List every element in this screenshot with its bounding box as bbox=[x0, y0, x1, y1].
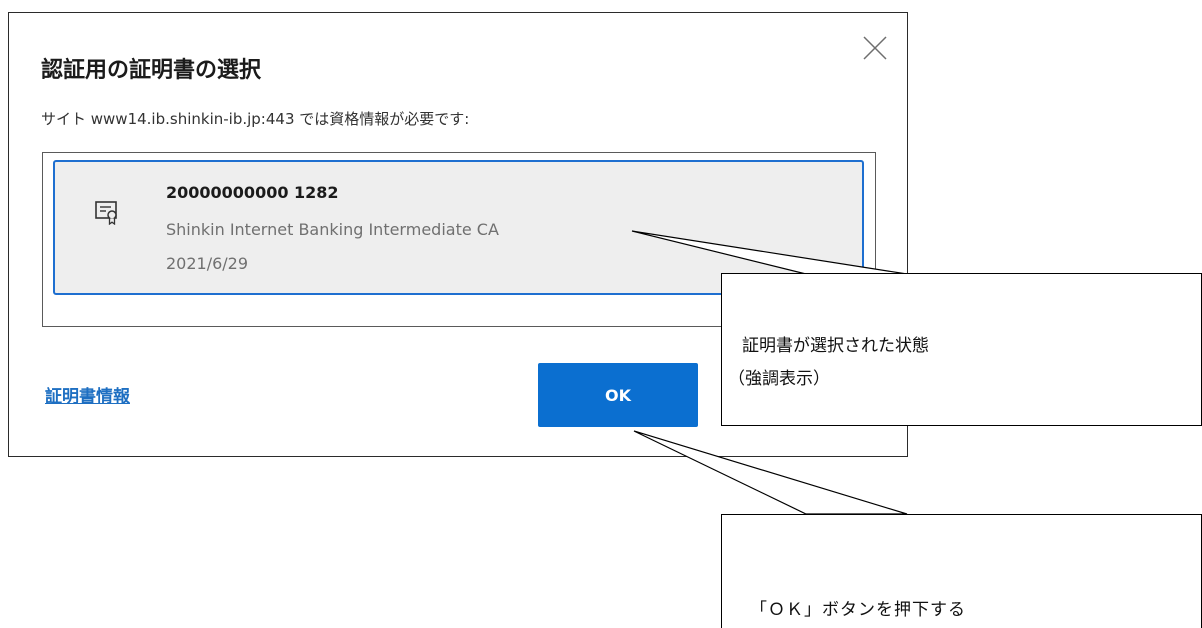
callout-press-ok-text: 「ＯＫ」ボタンを押下する bbox=[750, 600, 966, 620]
callout-press-ok: 「ＯＫ」ボタンを押下する bbox=[721, 514, 1202, 628]
callout-selected-state-line1: 証明書が選択された状態 bbox=[742, 336, 929, 356]
callout-selected-state: 証明書が選択された状態 （強調表示） bbox=[721, 273, 1202, 426]
callout-selected-state-line2: （強調表示） bbox=[728, 369, 830, 389]
